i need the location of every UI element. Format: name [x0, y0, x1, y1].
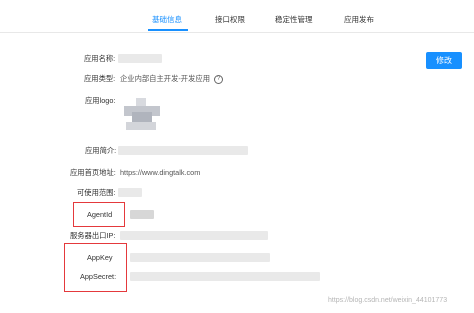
app-logo-label: 应用logo: — [85, 96, 116, 105]
app-type-value: 企业内部自主开发-开发应用? — [120, 74, 223, 84]
appkey-value-redacted — [130, 253, 270, 262]
appkey-appsecret-highlight-box — [64, 243, 127, 292]
homepage-label: 应用首页地址: — [70, 168, 116, 177]
help-icon[interactable]: ? — [214, 74, 223, 84]
tab-api-permissions[interactable]: 接口权限 — [215, 14, 245, 25]
app-description-label: 应用简介: — [85, 146, 117, 155]
watermark-text: https://blog.csdn.net/weixin_44101773 — [328, 297, 448, 304]
usage-scope-value-redacted — [118, 188, 142, 197]
appsecret-value-redacted — [130, 272, 320, 281]
app-name-label: 应用名称: — [84, 54, 116, 63]
app-type-label: 应用类型: — [84, 74, 116, 83]
tab-app-publish[interactable]: 应用发布 — [344, 14, 374, 25]
app-type-text: 企业内部自主开发-开发应用 — [120, 74, 210, 83]
app-name-value-redacted — [118, 54, 162, 63]
app-description-value-redacted — [118, 146, 248, 155]
tab-basic-info[interactable]: 基础信息 — [152, 14, 182, 25]
tab-bar: 基础信息 接口权限 稳定性管理 应用发布 — [0, 0, 474, 33]
usage-scope-label: 可使用范围: — [77, 188, 116, 197]
active-tab-indicator — [148, 29, 188, 31]
homepage-url: https://www.dingtalk.com — [120, 168, 201, 177]
agentid-value-redacted — [130, 210, 154, 219]
server-ip-value-redacted — [120, 231, 268, 240]
agentid-highlight-box — [73, 202, 125, 227]
app-logo-image — [120, 94, 164, 136]
tab-stability-management[interactable]: 稳定性管理 — [275, 14, 313, 25]
edit-button[interactable]: 修改 — [426, 52, 462, 69]
server-ip-label: 服务器出口IP: — [70, 231, 116, 240]
